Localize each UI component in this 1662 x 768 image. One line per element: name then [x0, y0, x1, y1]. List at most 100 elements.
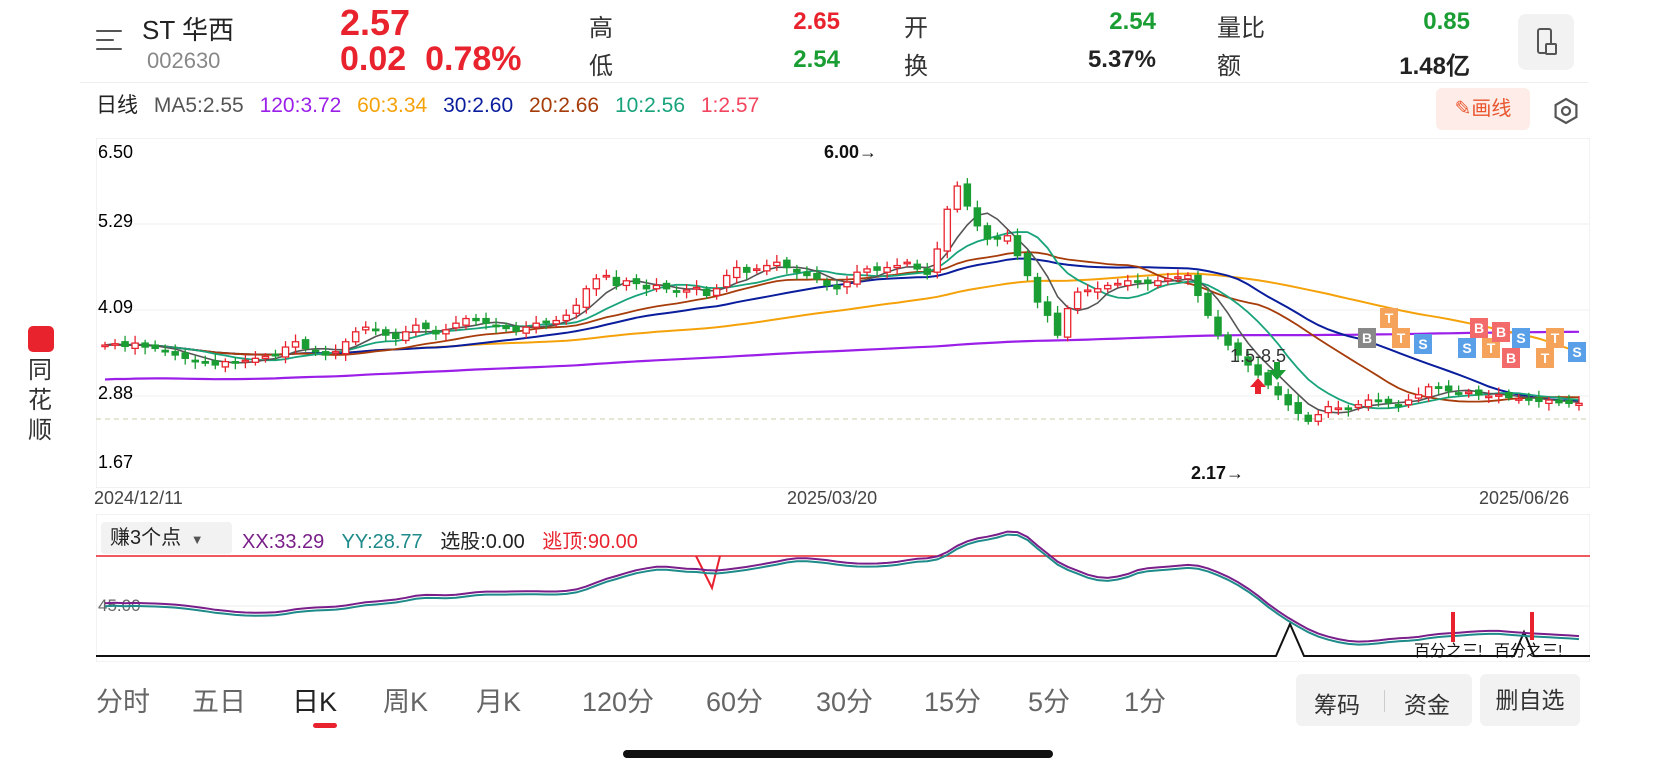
- candle-body: [923, 268, 931, 275]
- candle-body: [1334, 407, 1343, 411]
- candle-body: [402, 331, 410, 342]
- candle-body: [1194, 274, 1202, 297]
- tab-wuri[interactable]: 五日: [192, 680, 246, 719]
- candle-body: [261, 355, 270, 359]
- candle-body: [382, 329, 390, 336]
- candle-body: [171, 351, 179, 356]
- candle-body: [993, 236, 1002, 240]
- tab-monthly-k[interactable]: 月K: [476, 680, 521, 719]
- tab-120min[interactable]: 120分: [582, 680, 654, 719]
- tab-1min[interactable]: 1分: [1124, 680, 1166, 719]
- candle-body: [1033, 276, 1042, 303]
- tab-30min[interactable]: 30分: [816, 680, 873, 719]
- price-change: 0.02 0.78%: [340, 40, 522, 79]
- x-tick-label: 2024/12/11: [94, 488, 183, 508]
- candle-body: [963, 183, 972, 207]
- low-label: 低: [589, 53, 613, 80]
- candle-body: [712, 288, 721, 297]
- candle-body: [1113, 282, 1122, 286]
- draw-line-label: 画线: [1471, 98, 1512, 120]
- svg-text:T: T: [1541, 350, 1550, 366]
- chips-button[interactable]: 筹码: [1314, 686, 1360, 720]
- candle-body: [732, 266, 741, 279]
- candle-body: [622, 280, 631, 287]
- ma20-value: 20:2.66: [529, 94, 600, 117]
- candle-body: [1073, 291, 1082, 310]
- stock-code: 002630: [147, 48, 221, 73]
- candle-body: [763, 264, 771, 272]
- candle-body: [482, 317, 490, 324]
- ma10-value: 10:2.56: [614, 94, 686, 117]
- funds-button[interactable]: 资金: [1404, 686, 1450, 720]
- tab-15min[interactable]: 15分: [924, 680, 981, 719]
- tab-fenshi[interactable]: 分时: [96, 680, 150, 719]
- indicator-select[interactable]: 赚3个点 ▼: [101, 522, 232, 554]
- candle-body: [1214, 316, 1222, 336]
- amount-label: 额: [1217, 53, 1241, 80]
- candle-body: [1344, 407, 1353, 411]
- candle-body: [1484, 395, 1493, 399]
- candle-body: [392, 332, 400, 340]
- tab-daily-k[interactable]: 日K: [292, 680, 337, 719]
- candle-body: [1354, 404, 1363, 408]
- candle-body: [1063, 307, 1072, 338]
- change-percent: 0.78%: [425, 40, 522, 78]
- candle-body: [1103, 284, 1112, 290]
- candle-body: [291, 341, 300, 348]
- tab-5min[interactable]: 5分: [1028, 680, 1070, 719]
- device-icon: [1537, 28, 1557, 55]
- candle-body: [863, 268, 871, 273]
- tab-weekly-k[interactable]: 周K: [383, 680, 428, 719]
- indicator-values: XX:33.29 YY:28.77 选股:0.00 逃顶:90.00: [242, 525, 650, 554]
- candle-body: [432, 329, 440, 335]
- candle-body: [933, 248, 942, 273]
- candle-body: [592, 278, 601, 290]
- candle-body: [1474, 389, 1483, 396]
- candle-body: [1454, 392, 1463, 395]
- signal-note: 百分之三!: [1494, 642, 1562, 660]
- candle-body: [271, 353, 280, 357]
- settings-icon[interactable]: [1552, 97, 1580, 125]
- high-label: 高: [589, 15, 613, 42]
- candle-body: [341, 341, 350, 355]
- candle-body: [793, 268, 801, 273]
- tab-60min[interactable]: 60分: [706, 680, 763, 719]
- candle-body: [943, 208, 952, 252]
- candle-body: [1565, 400, 1573, 405]
- svg-text:B: B: [1474, 320, 1484, 336]
- caret-down-icon: ▼: [190, 532, 204, 547]
- candle-body: [1164, 278, 1172, 282]
- candle-body: [351, 331, 360, 343]
- kline-chart[interactable]: 6.50 5.29 4.09 2.88 1.67 6.00→ 2.17→ 1.5…: [96, 138, 1590, 488]
- svg-text:T: T: [1397, 330, 1406, 346]
- switch-view-button[interactable]: [1518, 14, 1574, 70]
- candle-body: [953, 185, 962, 210]
- candle-body: [1364, 399, 1373, 408]
- delete-watchlist-button[interactable]: 删自选: [1480, 674, 1580, 726]
- candle-body: [632, 278, 641, 285]
- candle-body: [893, 264, 901, 269]
- x-tick-label: 2025/03/20: [787, 488, 878, 508]
- candle-body: [582, 288, 591, 308]
- candle-body: [773, 261, 781, 267]
- candle-body: [1003, 235, 1012, 242]
- ma60-value: 60:3.34: [357, 94, 428, 117]
- candle-body: [542, 320, 550, 324]
- candle-body: [1264, 372, 1272, 386]
- candle-body: [742, 266, 751, 273]
- draw-line-button[interactable]: ✎画线: [1436, 88, 1530, 130]
- candle-body: [682, 289, 691, 293]
- menu-icon[interactable]: [96, 28, 126, 52]
- pencil-icon: ✎: [1454, 98, 1472, 120]
- candle-body: [301, 339, 310, 350]
- y-tick-label: 2.88: [98, 383, 133, 403]
- home-indicator[interactable]: [623, 750, 1053, 758]
- open-label: 开: [904, 15, 928, 42]
- candle-body: [101, 344, 109, 348]
- candle-body: [1204, 292, 1212, 316]
- candle-body: [241, 359, 250, 363]
- candle-body: [201, 360, 210, 364]
- candle-body: [1535, 397, 1543, 403]
- candle-body: [803, 271, 811, 277]
- candle-body: [1134, 280, 1142, 283]
